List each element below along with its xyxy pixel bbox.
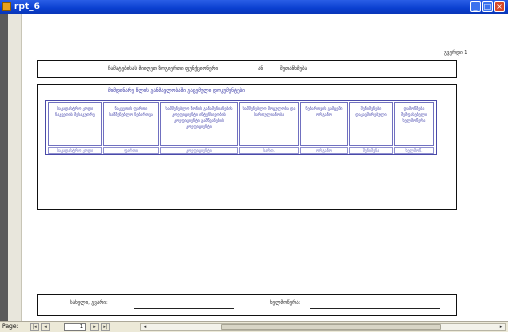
signature-line	[310, 308, 440, 309]
scroll-left-icon[interactable]: ◂	[141, 324, 149, 330]
page-label: Page:	[2, 323, 19, 330]
column-header: ნებართვის გამცემი ორგანო	[300, 102, 348, 146]
status-bar: Page: |◂ ◂ 1 ▸ ▸| ◂ ▸	[0, 321, 508, 332]
footer-signature-label: ხელმოწერა:	[270, 300, 301, 306]
previous-page-button[interactable]: ◂	[41, 323, 50, 331]
table-cell: სართ.	[239, 147, 299, 154]
first-page-button[interactable]: |◂	[30, 323, 39, 331]
scrollbar-thumb[interactable]	[221, 324, 441, 330]
report-side-panel	[8, 14, 22, 321]
table-cell: ორგანო	[300, 147, 348, 154]
header-right-text: შეთანხმება	[280, 66, 308, 72]
last-page-button[interactable]: ▸|	[101, 323, 110, 331]
maximize-button[interactable]: □	[482, 1, 493, 12]
window-left-border	[0, 14, 8, 321]
header-frame	[37, 60, 457, 78]
column-header: შენიშვნები დაკავშირებული	[349, 102, 393, 146]
column-header: დამოწმება შემფასებელი ხელმოწერა	[394, 102, 434, 146]
report-table: საკადასტრო კოდი ნაკვეთის მესაკუთრე ნაკვე…	[45, 100, 437, 155]
window-title: rpt_6	[14, 2, 40, 12]
table-cell: ფართი	[103, 147, 159, 154]
app-icon	[2, 2, 11, 11]
minimize-button[interactable]: _	[470, 1, 481, 12]
title-bar: rpt_6 _ □ ×	[0, 0, 508, 14]
column-header: სამშენებლო მოცულობა და სართულიანობა	[239, 102, 299, 146]
current-page-input[interactable]: 1	[64, 323, 86, 331]
next-page-button[interactable]: ▸	[90, 323, 99, 331]
close-button[interactable]: ×	[494, 1, 505, 12]
name-signature-line	[134, 308, 234, 309]
column-header: ნაკვეთის ფართი სამშენებლო ნებართვა	[103, 102, 159, 146]
footer-name-label: სახელი, გვარი:	[70, 300, 108, 306]
column-header: სამშენებლო ზონის განაშენიანების კოეფიციე…	[160, 102, 238, 146]
column-header: საკადასტრო კოდი ნაკვეთის მესაკუთრე	[48, 102, 102, 146]
scroll-right-icon[interactable]: ▸	[497, 324, 505, 330]
table-cell: საკადასტრო კოდი	[48, 147, 102, 154]
table-cell: კოეფიციენტი	[160, 147, 238, 154]
header-middle-text: ან	[258, 66, 264, 72]
horizontal-scrollbar[interactable]: ◂ ▸	[140, 323, 506, 331]
table-cell: ხელმოწ.	[394, 147, 434, 154]
table-cell: შენიშვნა	[349, 147, 393, 154]
table-title: მიმდინარე წლის განმავლობაში გაცემული დოკ…	[108, 88, 245, 94]
page-number-label: გვერდი 1	[444, 50, 468, 56]
header-left-text: ჩამატებისას მიიღეთ ზოგიერთი ფუნქციონერი	[108, 66, 219, 72]
